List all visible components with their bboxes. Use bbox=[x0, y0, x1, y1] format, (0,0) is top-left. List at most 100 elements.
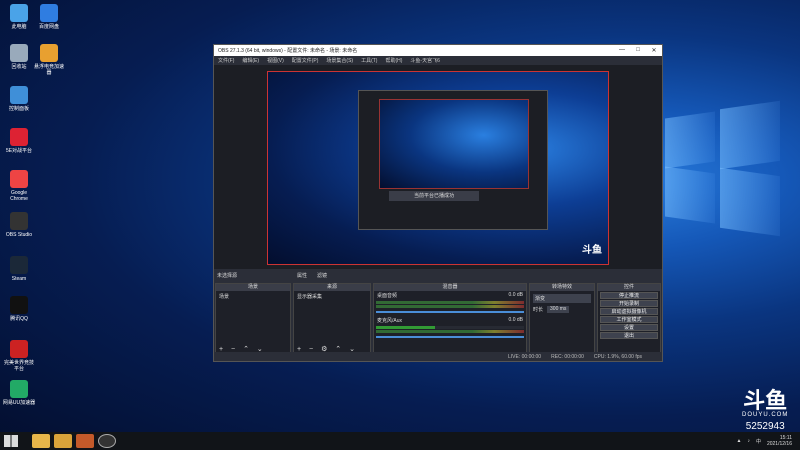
nested-obs-window: 当前平台已播成功 bbox=[358, 90, 548, 230]
desktop-icon-label: 百度网盘 bbox=[38, 24, 59, 30]
duration-input[interactable]: 300 ms bbox=[547, 306, 570, 313]
menu-douyu[interactable]: 斗鱼-天宫飞6 bbox=[410, 57, 439, 64]
obs-title: OBS 27.1.3 (64 bit, windows) - 配置文件: 未命名… bbox=[218, 48, 358, 54]
menu-view[interactable]: 视图(V) bbox=[267, 57, 284, 64]
menu-tools[interactable]: 工具(T) bbox=[361, 57, 377, 64]
qq-icon bbox=[10, 296, 28, 314]
track-mic-name: 麦克风/Aux bbox=[377, 318, 403, 324]
obs-taskbar-icon[interactable] bbox=[98, 434, 116, 448]
cpu-status: CPU: 1.9%, 60.00 fps bbox=[593, 353, 642, 360]
desktop-icon-label: 此电脑 bbox=[11, 24, 27, 30]
start-icon[interactable] bbox=[4, 435, 18, 447]
ime-icon[interactable]: 中 bbox=[756, 438, 761, 445]
desktop-icon-label: 腾讯QQ bbox=[10, 316, 28, 322]
obs-statusbar: LIVE: 00:00:00 REC: 00:00:00 CPU: 1.9%, … bbox=[214, 352, 662, 361]
desktop-icon-recycle-bin[interactable]: 回收站 bbox=[2, 44, 36, 70]
desktop-icon-perfect-world[interactable]: 完美世界竞技平台 bbox=[2, 340, 36, 372]
mic-meter bbox=[376, 326, 524, 329]
this-pc-icon bbox=[10, 4, 28, 22]
controls-header: 控件 bbox=[598, 284, 660, 291]
start-recording-button[interactable]: 开始录制 bbox=[600, 300, 658, 307]
virtual-camera-button[interactable]: 启动虚拟摄像机 bbox=[600, 308, 658, 315]
menu-help[interactable]: 帮助(H) bbox=[385, 57, 402, 64]
menu-scene-collection[interactable]: 场景集合(S) bbox=[326, 57, 353, 64]
volume-icon[interactable]: ♪ bbox=[747, 438, 750, 444]
obs-studio-icon bbox=[10, 212, 28, 230]
desktop-icon-obs-studio[interactable]: OBS Studio bbox=[2, 212, 36, 238]
nested-notice: 当前平台已播成功 bbox=[389, 191, 479, 201]
douyu-watermark: 斗鱼 DOUYU.COM 5252943 bbox=[742, 390, 789, 433]
desktop-icon-label: 回收站 bbox=[11, 64, 27, 70]
baidu-netdisk-icon bbox=[40, 4, 58, 22]
desktop-icon-this-pc[interactable]: 此电脑 bbox=[2, 4, 36, 30]
obs-window[interactable]: OBS 27.1.3 (64 bit, windows) - 配置文件: 未命名… bbox=[213, 44, 663, 362]
desktop-icon-baidu-netdisk[interactable]: 百度网盘 bbox=[32, 4, 66, 30]
menu-edit[interactable]: 编辑(E) bbox=[242, 57, 259, 64]
desktop-icon-label: Steam bbox=[11, 276, 27, 282]
desktop-icon-label: 完美世界竞技平台 bbox=[3, 360, 34, 372]
stop-stream-button[interactable]: 停止推流 bbox=[600, 292, 658, 299]
desktop-volume-slider[interactable] bbox=[376, 311, 524, 313]
close-icon[interactable]: ✕ bbox=[646, 47, 662, 54]
sources-header: 来源 bbox=[294, 284, 370, 291]
no-source-label: 未选择源 bbox=[217, 273, 238, 279]
scenes-panel: 场景 场景 + − ⌃ ⌄ bbox=[215, 283, 291, 355]
desktop-icon-label: 网易UU加速器 bbox=[2, 400, 36, 406]
preview-canvas[interactable]: 当前平台已播成功 斗鱼 bbox=[267, 71, 609, 265]
steam-icon bbox=[10, 256, 28, 274]
menu-file[interactable]: 文件(F) bbox=[218, 57, 234, 64]
clock-date[interactable]: 2021/12/16 bbox=[767, 441, 792, 447]
desktop-icon-qq[interactable]: 腾讯QQ bbox=[2, 296, 36, 322]
desktop-icon-label: 悬浮电竞加速器 bbox=[33, 64, 64, 76]
room-id: 5252943 bbox=[745, 421, 785, 432]
preview-douyu-logo: 斗鱼 bbox=[582, 245, 602, 256]
desktop-meter bbox=[376, 301, 524, 304]
desktop-meter-2 bbox=[376, 305, 524, 308]
track-desktop-db: 0.0 dB bbox=[508, 292, 523, 298]
douyu-site: DOUYU.COM bbox=[742, 412, 789, 418]
desktop-icon-control-panel[interactable]: 控制面板 bbox=[2, 86, 36, 112]
scene-toolbar: 未选择源 属性 滤镜 bbox=[214, 270, 662, 281]
obs-titlebar[interactable]: OBS 27.1.3 (64 bit, windows) - 配置文件: 未命名… bbox=[214, 45, 662, 56]
scene-item[interactable]: 场景 bbox=[216, 291, 290, 302]
file-explorer-icon[interactable] bbox=[32, 434, 50, 448]
desktop-icon-accelerator[interactable]: 悬浮电竞加速器 bbox=[32, 44, 66, 76]
maximize-icon[interactable]: □ bbox=[630, 47, 646, 54]
track-mic-db: 0.0 dB bbox=[508, 317, 523, 323]
desktop-icon-label: Google Chrome bbox=[10, 190, 28, 202]
desktop-icon-steam[interactable]: Steam bbox=[2, 256, 36, 282]
desktop-icon-label: OBS Studio bbox=[5, 232, 33, 238]
wallpaper-pane bbox=[665, 111, 715, 169]
transition-select[interactable]: 渐变 bbox=[533, 294, 591, 303]
wallpaper-pane bbox=[720, 100, 780, 170]
settings-button[interactable]: 设置 bbox=[600, 324, 658, 331]
control-panel-icon bbox=[10, 86, 28, 104]
scenes-header: 场景 bbox=[216, 284, 290, 291]
wallpaper-pane bbox=[665, 166, 715, 224]
recycle-bin-icon bbox=[10, 44, 28, 62]
mic-meter-2 bbox=[376, 330, 524, 333]
taskbar: ▲ ♪ 中 15:11 2021/12/16 bbox=[0, 432, 800, 450]
filters-button[interactable]: 滤镜 bbox=[317, 272, 327, 279]
perfect-world-icon bbox=[10, 340, 28, 358]
network-icon[interactable]: ▲ bbox=[737, 438, 742, 444]
rec-status: REC: 00:00:00 bbox=[551, 353, 584, 360]
5e-platform-icon bbox=[10, 128, 28, 146]
desktop-icon-5e-platform[interactable]: 5E对战平台 bbox=[2, 128, 36, 154]
transitions-header: 转场特效 bbox=[530, 284, 594, 291]
obs-menubar: 文件(F) 编辑(E) 视图(V) 配置文件(P) 场景集合(S) 工具(T) … bbox=[214, 56, 662, 65]
properties-button[interactable]: 属性 bbox=[297, 272, 307, 279]
duration-label: 时长 bbox=[533, 307, 544, 313]
folder-icon[interactable] bbox=[54, 434, 72, 448]
app-icon[interactable] bbox=[76, 434, 94, 448]
minimize-icon[interactable]: — bbox=[614, 47, 630, 54]
preview-area: 当前平台已播成功 斗鱼 bbox=[214, 65, 662, 269]
desktop-icon-uu-accelerator[interactable]: 网易UU加速器 bbox=[2, 380, 36, 406]
track-desktop-name: 桌面音频 bbox=[377, 293, 398, 299]
studio-mode-button[interactable]: 工作室模式 bbox=[600, 316, 658, 323]
desktop-icon-chrome[interactable]: Google Chrome bbox=[2, 170, 36, 202]
exit-button[interactable]: 退出 bbox=[600, 332, 658, 339]
source-item[interactable]: 显示器采集 bbox=[294, 291, 370, 302]
menu-profile[interactable]: 配置文件(P) bbox=[292, 57, 319, 64]
mic-volume-slider[interactable] bbox=[376, 336, 524, 338]
